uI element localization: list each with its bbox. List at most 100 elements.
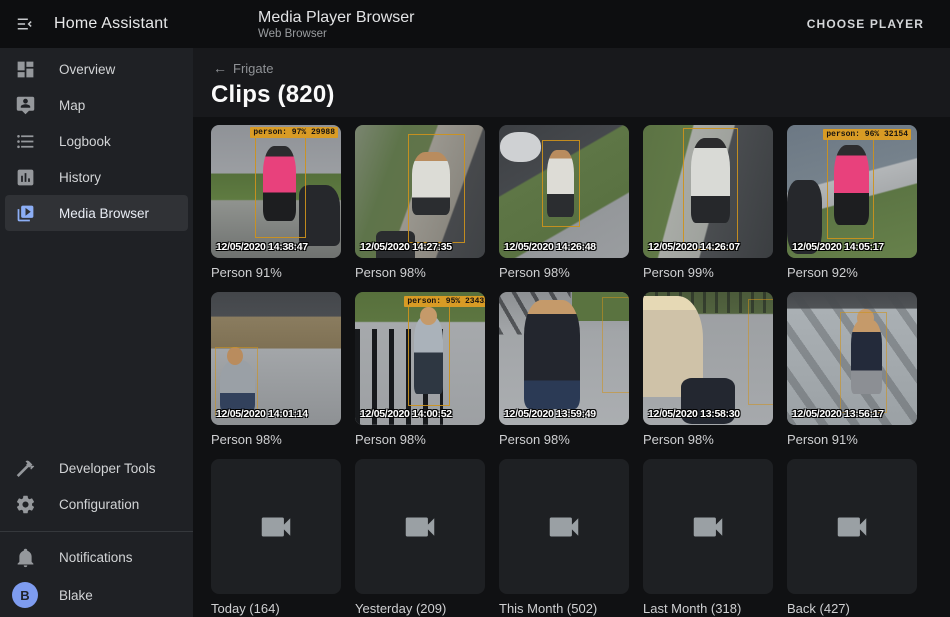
- folder-caption: Last Month (318): [643, 601, 773, 616]
- page-header: Media Player Browser Web Browser: [258, 8, 415, 41]
- detection-label: person: 95% 23432: [404, 296, 485, 307]
- clips-grid: person: 97% 29988 12/05/2020 14:38:47 Pe…: [193, 117, 950, 616]
- breadcrumb-back-link[interactable]: ← Frigate: [211, 58, 275, 78]
- clip-caption: Person 99%: [643, 265, 773, 280]
- sidebar-item-map[interactable]: Map: [5, 87, 188, 123]
- clip-timestamp-overlay: 12/05/2020 14:00:52: [360, 408, 452, 420]
- folder-card: Back (427): [787, 459, 917, 616]
- sidebar-item-label: Overview: [59, 62, 115, 77]
- clip-thumbnail[interactable]: 12/05/2020 13:56:17: [787, 292, 917, 425]
- sidebar-nav-list: Overview Map Logbook History Media Brows…: [0, 48, 193, 231]
- dashboard-icon: [15, 59, 36, 80]
- detection-bounding-box: [408, 303, 450, 407]
- clip-thumbnail[interactable]: person: 95% 23432 12/05/2020 14:00:52: [355, 292, 485, 425]
- folder-yesterday[interactable]: [355, 459, 485, 594]
- clip-timestamp-overlay: 12/05/2020 13:56:17: [792, 408, 884, 420]
- clip-thumbnail[interactable]: 12/05/2020 13:59:49: [499, 292, 629, 425]
- clip-timestamp-overlay: 12/05/2020 14:05:17: [792, 241, 884, 253]
- clip-timestamp-overlay: 12/05/2020 13:59:49: [504, 408, 596, 420]
- sidebar-item-history[interactable]: History: [5, 159, 188, 195]
- folder-card: Yesterday (209): [355, 459, 485, 616]
- sidebar-toggle-button[interactable]: [6, 4, 46, 44]
- video-camera-icon: [401, 508, 439, 546]
- clip-thumbnail[interactable]: 12/05/2020 14:26:07: [643, 125, 773, 258]
- video-camera-icon: [545, 508, 583, 546]
- clip-card: 12/05/2020 14:26:07 Person 99%: [643, 125, 773, 280]
- detection-bounding-box: [255, 132, 306, 238]
- sidebar: Overview Map Logbook History Media Brows…: [0, 48, 193, 617]
- clip-timestamp-overlay: 12/05/2020 14:01:14: [216, 408, 308, 420]
- video-camera-icon: [257, 508, 295, 546]
- folder-caption: Yesterday (209): [355, 601, 485, 616]
- clip-thumbnail[interactable]: 12/05/2020 13:58:30: [643, 292, 773, 425]
- folder-this-month[interactable]: [499, 459, 629, 594]
- list-icon: [15, 131, 36, 152]
- clip-card: person: 95% 23432 12/05/2020 14:00:52 Pe…: [355, 292, 485, 447]
- clip-caption: Person 98%: [211, 432, 341, 447]
- clip-thumbnail[interactable]: person: 97% 29988 12/05/2020 14:38:47: [211, 125, 341, 258]
- detection-bounding-box: [542, 140, 580, 228]
- sidebar-item-media-browser[interactable]: Media Browser: [5, 195, 188, 231]
- video-camera-icon: [833, 508, 871, 546]
- sidebar-item-label: Map: [59, 98, 85, 113]
- clip-caption: Person 91%: [787, 432, 917, 447]
- clip-caption: Person 98%: [355, 265, 485, 280]
- user-avatar: B: [12, 582, 38, 608]
- sidebar-item-label: Media Browser: [59, 206, 149, 221]
- sidebar-item-profile[interactable]: B Blake: [5, 575, 188, 615]
- panel-title: Media Player Browser: [258, 8, 415, 27]
- bell-icon: [15, 547, 36, 568]
- user-name: Blake: [59, 588, 93, 603]
- sidebar-bottom-section: Developer Tools Configuration Notificati…: [0, 450, 193, 617]
- clip-card: person: 97% 29988 12/05/2020 14:38:47 Pe…: [211, 125, 341, 280]
- content-header: ← Frigate Clips (820): [193, 48, 950, 117]
- clip-timestamp-overlay: 12/05/2020 14:26:07: [648, 241, 740, 253]
- detection-bounding-box: [683, 128, 738, 250]
- sidebar-toggle-icon: [15, 13, 37, 35]
- detection-bounding-box: [827, 137, 874, 239]
- clip-thumbnail[interactable]: person: 96% 32154 12/05/2020 14:05:17: [787, 125, 917, 258]
- sidebar-item-logbook[interactable]: Logbook: [5, 123, 188, 159]
- clip-caption: Person 98%: [499, 432, 629, 447]
- clip-card: 12/05/2020 13:58:30 Person 98%: [643, 292, 773, 447]
- clip-timestamp-overlay: 12/05/2020 14:26:48: [504, 241, 596, 253]
- clip-card: 12/05/2020 14:01:14 Person 98%: [211, 292, 341, 447]
- detection-bounding-box: [215, 347, 258, 416]
- clip-card: 12/05/2020 14:27:35 Person 98%: [355, 125, 485, 280]
- sidebar-item-notifications[interactable]: Notifications: [5, 539, 188, 575]
- detection-bounding-box: [602, 297, 629, 393]
- clips-row-2: 12/05/2020 14:01:14 Person 98% person: 9…: [211, 292, 950, 447]
- choose-player-button[interactable]: CHOOSE PLAYER: [799, 9, 932, 39]
- clip-thumbnail[interactable]: 12/05/2020 14:27:35: [355, 125, 485, 258]
- clip-card: 12/05/2020 14:26:48 Person 98%: [499, 125, 629, 280]
- sidebar-item-label: Developer Tools: [59, 461, 156, 476]
- play-box-multiple-icon: [15, 203, 36, 224]
- sidebar-item-configuration[interactable]: Configuration: [5, 486, 188, 522]
- clip-caption: Person 98%: [643, 432, 773, 447]
- folder-caption: This Month (502): [499, 601, 629, 616]
- sidebar-item-developer-tools[interactable]: Developer Tools: [5, 450, 188, 486]
- sidebar-divider: [0, 531, 193, 532]
- sidebar-header: Home Assistant: [0, 0, 193, 48]
- clip-card: 12/05/2020 13:59:49 Person 98%: [499, 292, 629, 447]
- video-camera-icon: [689, 508, 727, 546]
- folder-today[interactable]: [211, 459, 341, 594]
- clip-caption: Person 92%: [787, 265, 917, 280]
- folder-caption: Today (164): [211, 601, 341, 616]
- folder-card: This Month (502): [499, 459, 629, 616]
- clip-timestamp-overlay: 12/05/2020 14:38:47: [216, 241, 308, 253]
- clip-thumbnail[interactable]: 12/05/2020 14:26:48: [499, 125, 629, 258]
- folder-card: Last Month (318): [643, 459, 773, 616]
- chart-box-icon: [15, 167, 36, 188]
- folder-back[interactable]: [787, 459, 917, 594]
- app-title: Home Assistant: [54, 15, 168, 33]
- detection-bounding-box: [748, 299, 773, 405]
- panel-subtitle: Web Browser: [258, 27, 415, 41]
- clips-row-1: person: 97% 29988 12/05/2020 14:38:47 Pe…: [211, 125, 950, 280]
- sidebar-item-overview[interactable]: Overview: [5, 51, 188, 87]
- gear-icon: [15, 494, 36, 515]
- sidebar-item-label: Notifications: [59, 550, 133, 565]
- hammer-icon: [15, 458, 36, 479]
- clip-thumbnail[interactable]: 12/05/2020 14:01:14: [211, 292, 341, 425]
- folder-last-month[interactable]: [643, 459, 773, 594]
